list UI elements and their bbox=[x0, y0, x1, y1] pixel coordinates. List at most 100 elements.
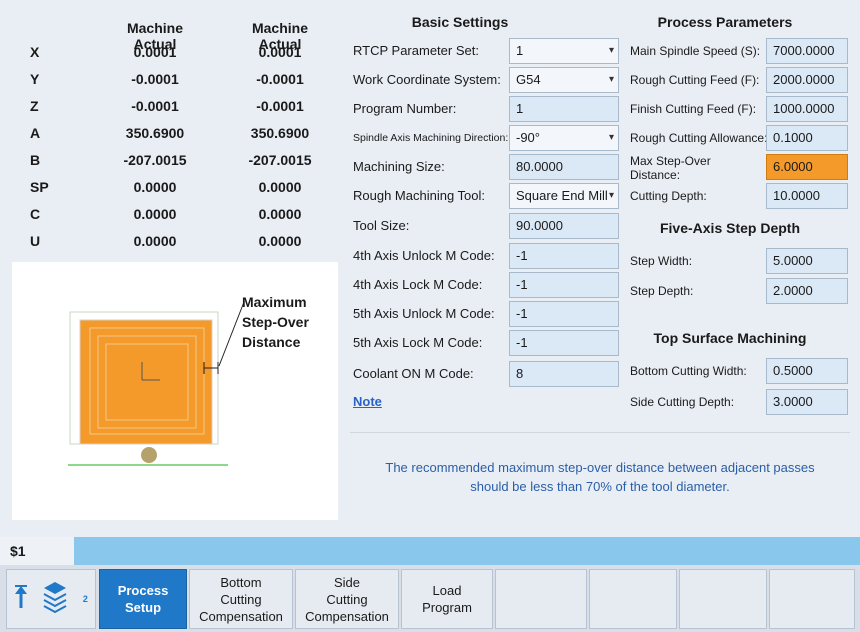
field-label: Work Coordinate System: bbox=[353, 72, 501, 87]
tool-marker bbox=[141, 447, 157, 463]
field-label: Finish Cutting Feed (F): bbox=[630, 102, 757, 116]
softkey-label: Program bbox=[422, 600, 472, 615]
axis-label: U bbox=[30, 233, 41, 249]
axis-value: 0.0000 bbox=[258, 233, 302, 249]
field-label: Rough Cutting Feed (F): bbox=[630, 73, 760, 87]
softkey-label: Load bbox=[432, 583, 462, 598]
softkey-label: Cutting bbox=[326, 591, 368, 607]
field-label: Machining Size: bbox=[353, 159, 445, 174]
program-number-row: Program Number: 1 bbox=[353, 96, 619, 122]
main-spindle-speed-input[interactable]: 7000.0000 bbox=[766, 38, 848, 64]
note-link[interactable]: Note bbox=[353, 394, 382, 409]
machining-size-input[interactable]: 80.0000 bbox=[509, 154, 619, 180]
4th-axis-lock-row: 4th Axis Lock M Code: -1 bbox=[353, 272, 619, 298]
axis-row-b: B -207.0015 -207.0015 bbox=[0, 152, 345, 176]
tool-size-row: Tool Size: 90.0000 bbox=[353, 213, 619, 239]
softkey-label: Cutting bbox=[220, 591, 262, 607]
empty-softkey-6[interactable] bbox=[495, 569, 587, 629]
channel-prompt: $1 bbox=[0, 537, 74, 565]
rough-cutting-allowance-row: Rough Cutting Allowance: 0.1000 bbox=[630, 125, 850, 151]
axis-label: C bbox=[30, 206, 41, 222]
axis-label: Z bbox=[30, 98, 39, 114]
softkey-label: Side bbox=[333, 574, 360, 590]
max-step-over-input[interactable]: 6.0000 bbox=[766, 154, 848, 180]
axis-value: 350.6900 bbox=[250, 125, 310, 141]
rtcp-parameter-set-select[interactable]: 1 bbox=[509, 38, 619, 64]
tool-size-input[interactable]: 90.0000 bbox=[509, 213, 619, 239]
axis-label: Y bbox=[30, 71, 40, 87]
bottom-cutting-compensation-softkey[interactable]: Bottom Cutting Compensation bbox=[189, 569, 293, 629]
field-label: 4th Axis Unlock M Code: bbox=[353, 248, 495, 263]
recommendation-message: The recommended maximum step-over distan… bbox=[360, 458, 840, 496]
max-step-over-row: Max Step-Over Distance: 6.0000 bbox=[630, 154, 850, 182]
finish-cutting-feed-input[interactable]: 1000.0000 bbox=[766, 96, 848, 122]
section-divider bbox=[350, 432, 850, 433]
up-arrow-icon[interactable] bbox=[14, 584, 28, 614]
axis-row-y: Y -0.0001 -0.0001 bbox=[0, 71, 345, 95]
message-line: should be less than 70% of the tool diam… bbox=[470, 479, 730, 494]
4th-axis-unlock-input[interactable]: -1 bbox=[509, 243, 619, 269]
layer-count-badge: 2 bbox=[82, 593, 88, 604]
field-label: Rough Machining Tool: bbox=[353, 188, 486, 203]
axis-value: 0.0000 bbox=[258, 206, 302, 222]
axis-value: -0.0001 bbox=[256, 71, 304, 87]
axis-label: SP bbox=[30, 179, 49, 195]
status-bar: $1 bbox=[0, 537, 860, 565]
field-label: Main Spindle Speed (S): bbox=[630, 44, 761, 58]
coolant-on-input[interactable]: 8 bbox=[509, 361, 619, 387]
field-label: Step Width: bbox=[630, 254, 693, 268]
side-cutting-depth-row: Side Cutting Depth: 3.0000 bbox=[630, 389, 850, 415]
navigation-softkey[interactable]: 2 bbox=[6, 569, 96, 629]
program-number-input[interactable]: 1 bbox=[509, 96, 619, 122]
empty-softkey-7[interactable] bbox=[589, 569, 677, 629]
rtcp-parameter-set-row: RTCP Parameter Set: 1 bbox=[353, 38, 619, 64]
side-cutting-depth-input[interactable]: 3.0000 bbox=[766, 389, 848, 415]
process-setup-softkey[interactable]: Process Setup bbox=[99, 569, 187, 629]
step-over-diagram: Maximum Step-Over Distance bbox=[12, 262, 338, 520]
5th-axis-lock-input[interactable]: -1 bbox=[509, 330, 619, 356]
cutting-depth-input[interactable]: 10.0000 bbox=[766, 183, 848, 209]
main-spindle-speed-row: Main Spindle Speed (S): 7000.0000 bbox=[630, 38, 850, 64]
step-over-callout: Maximum Step-Over Distance bbox=[242, 292, 309, 352]
label-line: Max Step-Over bbox=[630, 154, 711, 168]
axis-row-sp: SP 0.0000 0.0000 bbox=[0, 179, 345, 203]
work-coordinate-system-select[interactable]: G54 bbox=[509, 67, 619, 93]
finish-cutting-feed-row: Finish Cutting Feed (F): 1000.0000 bbox=[630, 96, 850, 122]
axis-value: -207.0015 bbox=[248, 152, 312, 168]
4th-axis-lock-input[interactable]: -1 bbox=[509, 272, 619, 298]
rough-cutting-allowance-input[interactable]: 0.1000 bbox=[766, 125, 848, 151]
part-rectangle bbox=[79, 319, 213, 445]
axis-value: 0.0000 bbox=[133, 233, 177, 249]
axis-label: B bbox=[30, 152, 41, 168]
callout-line: Distance bbox=[242, 334, 301, 350]
rough-machining-tool-select[interactable]: Square End Mill bbox=[509, 183, 619, 209]
bottom-cutting-width-input[interactable]: 0.5000 bbox=[766, 358, 848, 384]
axis-value: 350.6900 bbox=[125, 125, 185, 141]
axis-value: 0.0001 bbox=[258, 44, 302, 60]
bottom-cutting-width-row: Bottom Cutting Width: 0.5000 bbox=[630, 358, 850, 384]
axis-value: -207.0015 bbox=[123, 152, 187, 168]
axis-row-c: C 0.0000 0.0000 bbox=[0, 206, 345, 230]
basic-settings-title: Basic Settings bbox=[411, 14, 509, 30]
rough-machining-tool-row: Rough Machining Tool: Square End Mill bbox=[353, 183, 619, 209]
step-width-input[interactable]: 5.0000 bbox=[766, 248, 848, 274]
layers-icon[interactable] bbox=[42, 580, 68, 618]
5th-axis-unlock-input[interactable]: -1 bbox=[509, 301, 619, 327]
empty-softkey-8[interactable] bbox=[679, 569, 767, 629]
side-cutting-compensation-softkey[interactable]: Side Cutting Compensation bbox=[295, 569, 399, 629]
empty-softkey-9[interactable] bbox=[769, 569, 855, 629]
load-program-softkey[interactable]: Load Program bbox=[401, 569, 493, 629]
field-label: Max Step-Over Distance: bbox=[630, 154, 711, 182]
rough-cutting-feed-row: Rough Cutting Feed (F): 2000.0000 bbox=[630, 67, 850, 93]
rough-cutting-feed-input[interactable]: 2000.0000 bbox=[766, 67, 848, 93]
step-depth-input[interactable]: 2.0000 bbox=[766, 278, 848, 304]
axis-value: -0.0001 bbox=[256, 98, 304, 114]
label-line: Distance: bbox=[630, 168, 681, 182]
coolant-on-row: Coolant ON M Code: 8 bbox=[353, 361, 619, 387]
spindle-axis-direction-select[interactable]: -90° bbox=[509, 125, 619, 151]
field-label: Step Depth: bbox=[630, 284, 694, 298]
axis-value: 0.0000 bbox=[133, 206, 177, 222]
machining-size-row: Machining Size: 80.0000 bbox=[353, 154, 619, 180]
softkey-bar: 2 Process Setup Bottom Cutting Compensation… bbox=[0, 565, 860, 632]
field-label: Program Number: bbox=[353, 101, 457, 116]
